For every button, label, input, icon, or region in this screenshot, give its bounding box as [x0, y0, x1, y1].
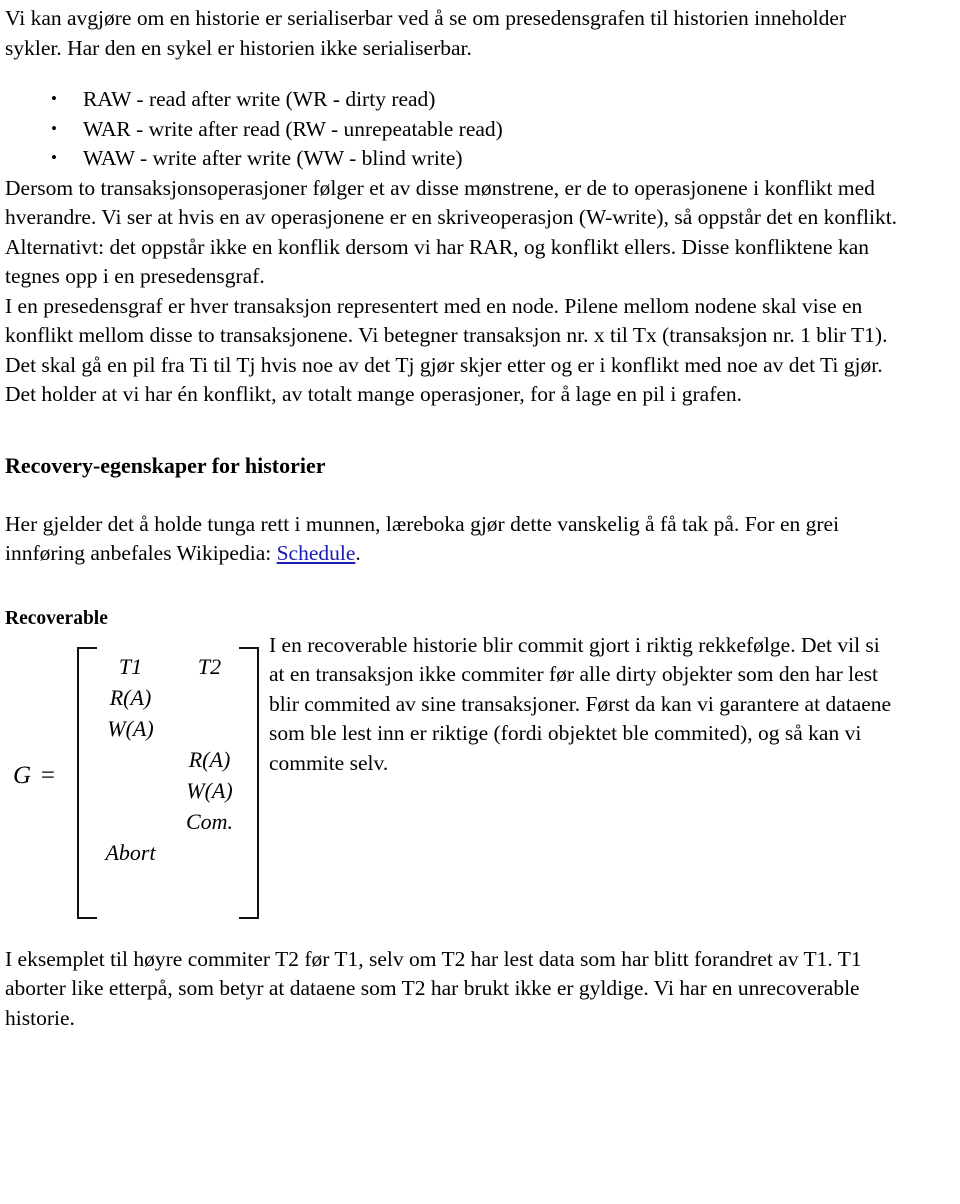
- conflict-types-list: RAW - read after write (WR - dirty read)…: [5, 84, 900, 174]
- matrix-cell-r5c2: Com.: [185, 808, 234, 834]
- list-item: RAW - read after write (WR - dirty read): [51, 84, 900, 115]
- list-item: WAR - write after read (RW - unrepeatabl…: [51, 114, 900, 145]
- matrix-cell-r4c1: [91, 775, 170, 806]
- matrix-cell-r5c1: [91, 806, 170, 837]
- schedule-matrix-figure: G = T1 T2 R(A) W(A) R(A) W(A) Com. Abort: [5, 646, 263, 925]
- matrix-cell-r6c2: [170, 837, 249, 868]
- recovery-intro-text-before-link: Her gjelder det å holde tunga rett i mun…: [5, 511, 840, 566]
- matrix-cell-r1c2: [170, 682, 249, 713]
- precedence-paragraph: I en presedensgraf er hver transaksjon r…: [5, 293, 888, 407]
- recoverable-sub-heading: Recoverable: [5, 607, 108, 629]
- matrix-cell-r3c1: [91, 744, 170, 775]
- wikipedia-schedule-link[interactable]: Schedule: [277, 541, 356, 565]
- document-content: Vi kan avgjøre om en historie er seriali…: [0, 0, 960, 1033]
- matrix-cell-t2-header: T2: [197, 653, 222, 679]
- matrix-cell-r1c1: R(A): [109, 684, 152, 710]
- conflict-paragraph: Dersom to transaksjonsoperasjoner følger…: [5, 175, 898, 289]
- recovery-intro-paragraph: Her gjelder det å holde tunga rett i mun…: [5, 510, 900, 569]
- intro-paragraph: Vi kan avgjøre om en historie er seriali…: [5, 6, 847, 60]
- recovery-section-heading: Recovery-egenskaper for historier: [5, 452, 326, 478]
- document-page: Vi kan avgjøre om en historie er seriali…: [0, 0, 960, 1204]
- matrix-cell-r2c2: [170, 713, 249, 744]
- example-paragraph: I eksemplet til høyre commiter T2 før T1…: [5, 946, 862, 1030]
- matrix-bracket-box: T1 T2 R(A) W(A) R(A) W(A) Com. Abort: [77, 646, 259, 919]
- matrix-cell-r3c2: R(A): [188, 746, 231, 772]
- recovery-intro-text-after-link: .: [355, 541, 361, 565]
- matrix-cell-t1-header: T1: [118, 653, 143, 679]
- list-item: WAW - write after write (WW - blind writ…: [51, 143, 900, 174]
- matrix-cell-r4c2: W(A): [186, 777, 233, 803]
- matrix-grid: T1 T2 R(A) W(A) R(A) W(A) Com. Abort: [91, 651, 249, 868]
- matrix-cell-r6c1: Abort: [105, 839, 156, 865]
- matrix-label-g: G =: [13, 761, 58, 789]
- matrix-cell-r2c1: W(A): [107, 715, 154, 741]
